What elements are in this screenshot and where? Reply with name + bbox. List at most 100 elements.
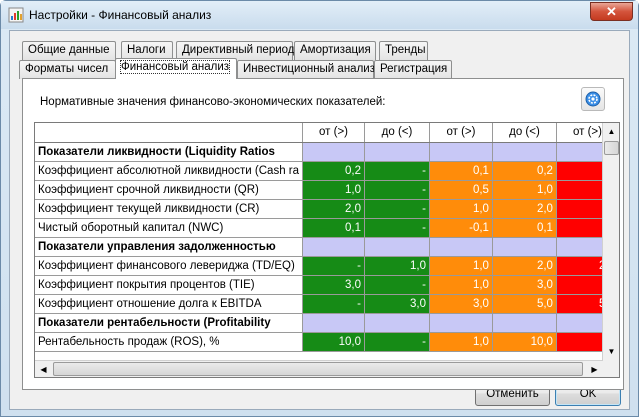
value-cell[interactable]: -	[364, 199, 430, 219]
gear-icon	[585, 91, 601, 107]
value-cell[interactable]: 1,0	[364, 256, 430, 276]
value-cell[interactable]: -	[364, 218, 430, 238]
value-cell[interactable]: 1,0	[302, 180, 365, 200]
section-label: Показатели управления задолженностью	[35, 237, 304, 257]
header-cell[interactable]: до (<)	[364, 123, 430, 143]
value-cell[interactable]: 2,0	[492, 256, 557, 276]
header-cell[interactable]: от (>)	[302, 123, 365, 143]
value-cell[interactable]: 3,0	[364, 294, 430, 314]
section-fill-cell	[364, 313, 430, 333]
vertical-scroll-thumb[interactable]	[604, 141, 619, 155]
value-cell[interactable]: 1,0	[429, 199, 493, 219]
value-cell[interactable]: -	[364, 180, 430, 200]
value-cell[interactable]: 1,0	[429, 332, 493, 352]
app-icon	[8, 7, 24, 23]
indicator-label: Коэффициент текущей ликвидности (CR)	[35, 199, 304, 219]
section-fill-cell	[364, 237, 430, 257]
tab-investment-analysis[interactable]: Инвестиционный анализ	[237, 60, 375, 79]
section-fill-cell	[429, 237, 493, 257]
value-cell[interactable]: 3,0	[492, 275, 557, 295]
section-row: Показатели ликвидности (Liquidity Ratios	[35, 142, 619, 162]
value-cell[interactable]: -	[302, 294, 365, 314]
value-cell[interactable]: 10,0	[302, 332, 365, 352]
table-row: Коэффициент срочной ликвидности (QR) 1,0-…	[35, 180, 619, 200]
scroll-right-icon[interactable]: ▶	[586, 361, 603, 377]
dialog-body: Общие данные Налоги Директивный период А…	[9, 30, 630, 410]
section-fill-cell	[492, 237, 557, 257]
value-cell[interactable]: 0,1	[429, 161, 493, 181]
tab-trends[interactable]: Тренды	[379, 41, 428, 60]
close-button[interactable]: ✕	[590, 2, 633, 21]
header-cell[interactable]: до (<)	[492, 123, 557, 143]
value-cell[interactable]: -	[364, 332, 430, 352]
horizontal-scrollbar[interactable]: ◀ ▶	[35, 360, 603, 377]
table-row: Коэффициент абсолютной ликвидности (Cash…	[35, 161, 619, 181]
tab-registration[interactable]: Регистрация	[374, 60, 452, 79]
value-cell[interactable]: 0,2	[492, 161, 557, 181]
value-cell[interactable]: 2,0	[302, 199, 365, 219]
table-row: Коэффициент покрытия процентов (TIE) 3,0-…	[35, 275, 619, 295]
value-cell[interactable]: 2,0	[492, 199, 557, 219]
value-cell[interactable]: 1,0	[429, 275, 493, 295]
section-fill-cell	[429, 313, 493, 333]
indicator-label: Рентабельность продаж (ROS), %	[35, 332, 304, 352]
scroll-up-icon[interactable]: ▲	[603, 123, 619, 140]
value-cell[interactable]: 0,1	[302, 218, 365, 238]
scroll-down-icon[interactable]: ▼	[603, 343, 619, 360]
settings-button[interactable]	[581, 87, 605, 111]
section-fill-cell	[302, 142, 365, 162]
scroll-left-icon[interactable]: ◀	[35, 361, 52, 377]
tab-number-formats[interactable]: Форматы чисел	[19, 60, 116, 79]
tab-label: Форматы чисел	[25, 63, 109, 75]
tab-label: Регистрация	[380, 63, 448, 75]
value-cell[interactable]: -0,1	[429, 218, 493, 238]
norms-table: от (>) до (<) от (>) до (<) от (>) Показ…	[35, 123, 619, 352]
value-cell[interactable]: 5,0	[492, 294, 557, 314]
value-cell[interactable]: 0,2	[302, 161, 365, 181]
tab-label: Общие данные	[28, 44, 110, 56]
section-label: Показатели рентабельности (Profitability	[35, 313, 304, 333]
panel-label: Нормативные значения финансово-экономиче…	[40, 96, 386, 108]
horizontal-scroll-thumb[interactable]	[53, 362, 583, 376]
value-cell[interactable]: -	[364, 161, 430, 181]
value-cell[interactable]: 0,5	[429, 180, 493, 200]
section-row: Показатели управления задолженностью	[35, 237, 619, 257]
value-cell[interactable]: 1,0	[429, 256, 493, 276]
table-header-row: от (>) до (<) от (>) до (<) от (>)	[35, 123, 619, 143]
value-cell[interactable]: -	[364, 275, 430, 295]
indicator-label: Коэффициент абсолютной ликвидности (Cash…	[35, 161, 304, 181]
table-row: Коэффициент отношение долга к EBITDA -3,0…	[35, 294, 619, 314]
value-cell[interactable]: -	[302, 256, 365, 276]
financial-analysis-panel: Нормативные значения финансово-экономиче…	[22, 78, 624, 390]
window-title: Настройки - Финансовый анализ	[29, 8, 212, 22]
indicator-label: Коэффициент покрытия процентов (TIE)	[35, 275, 304, 295]
table-row: Рентабельность продаж (ROS), % 10,0-1,0 10…	[35, 332, 619, 352]
value-cell[interactable]: 1,0	[492, 180, 557, 200]
value-cell[interactable]: 3,0	[429, 294, 493, 314]
tab-label: Налоги	[127, 44, 166, 56]
vertical-scrollbar[interactable]: ▲ ▼	[602, 123, 619, 377]
title-bar: Настройки - Финансовый анализ ✕	[1, 1, 638, 29]
tab-label: Инвестиционный анализ	[243, 63, 375, 75]
table-row: Чистый оборотный капитал (NWC) 0,1- -0,1 0,…	[35, 218, 619, 238]
norms-grid[interactable]: от (>) до (<) от (>) до (<) от (>) Показ…	[34, 122, 620, 378]
settings-window: Настройки - Финансовый анализ ✕ Общие да…	[0, 0, 639, 417]
tab-label: Директивный период	[182, 44, 295, 56]
indicator-label: Коэффициент срочной ликвидности (QR)	[35, 180, 304, 200]
section-fill-cell	[302, 237, 365, 257]
tab-financial-analysis[interactable]: Финансовый анализ	[115, 58, 237, 79]
value-cell[interactable]: 10,0	[492, 332, 557, 352]
value-cell[interactable]: 3,0	[302, 275, 365, 295]
section-label: Показатели ликвидности (Liquidity Ratios	[35, 142, 304, 162]
header-cell[interactable]: от (>)	[429, 123, 493, 143]
table-row: Коэффициент текущей ликвидности (CR) 2,0-…	[35, 199, 619, 219]
indicator-label: Коэффициент финансового левериджа (TD/EQ…	[35, 256, 304, 276]
tab-label: Тренды	[385, 44, 426, 56]
header-cell	[35, 123, 304, 143]
section-fill-cell	[492, 142, 557, 162]
section-fill-cell	[492, 313, 557, 333]
value-cell[interactable]: 0,1	[492, 218, 557, 238]
section-fill-cell	[429, 142, 493, 162]
tab-amortization[interactable]: Амортизация	[294, 41, 376, 60]
tab-general[interactable]: Общие данные	[22, 41, 116, 60]
